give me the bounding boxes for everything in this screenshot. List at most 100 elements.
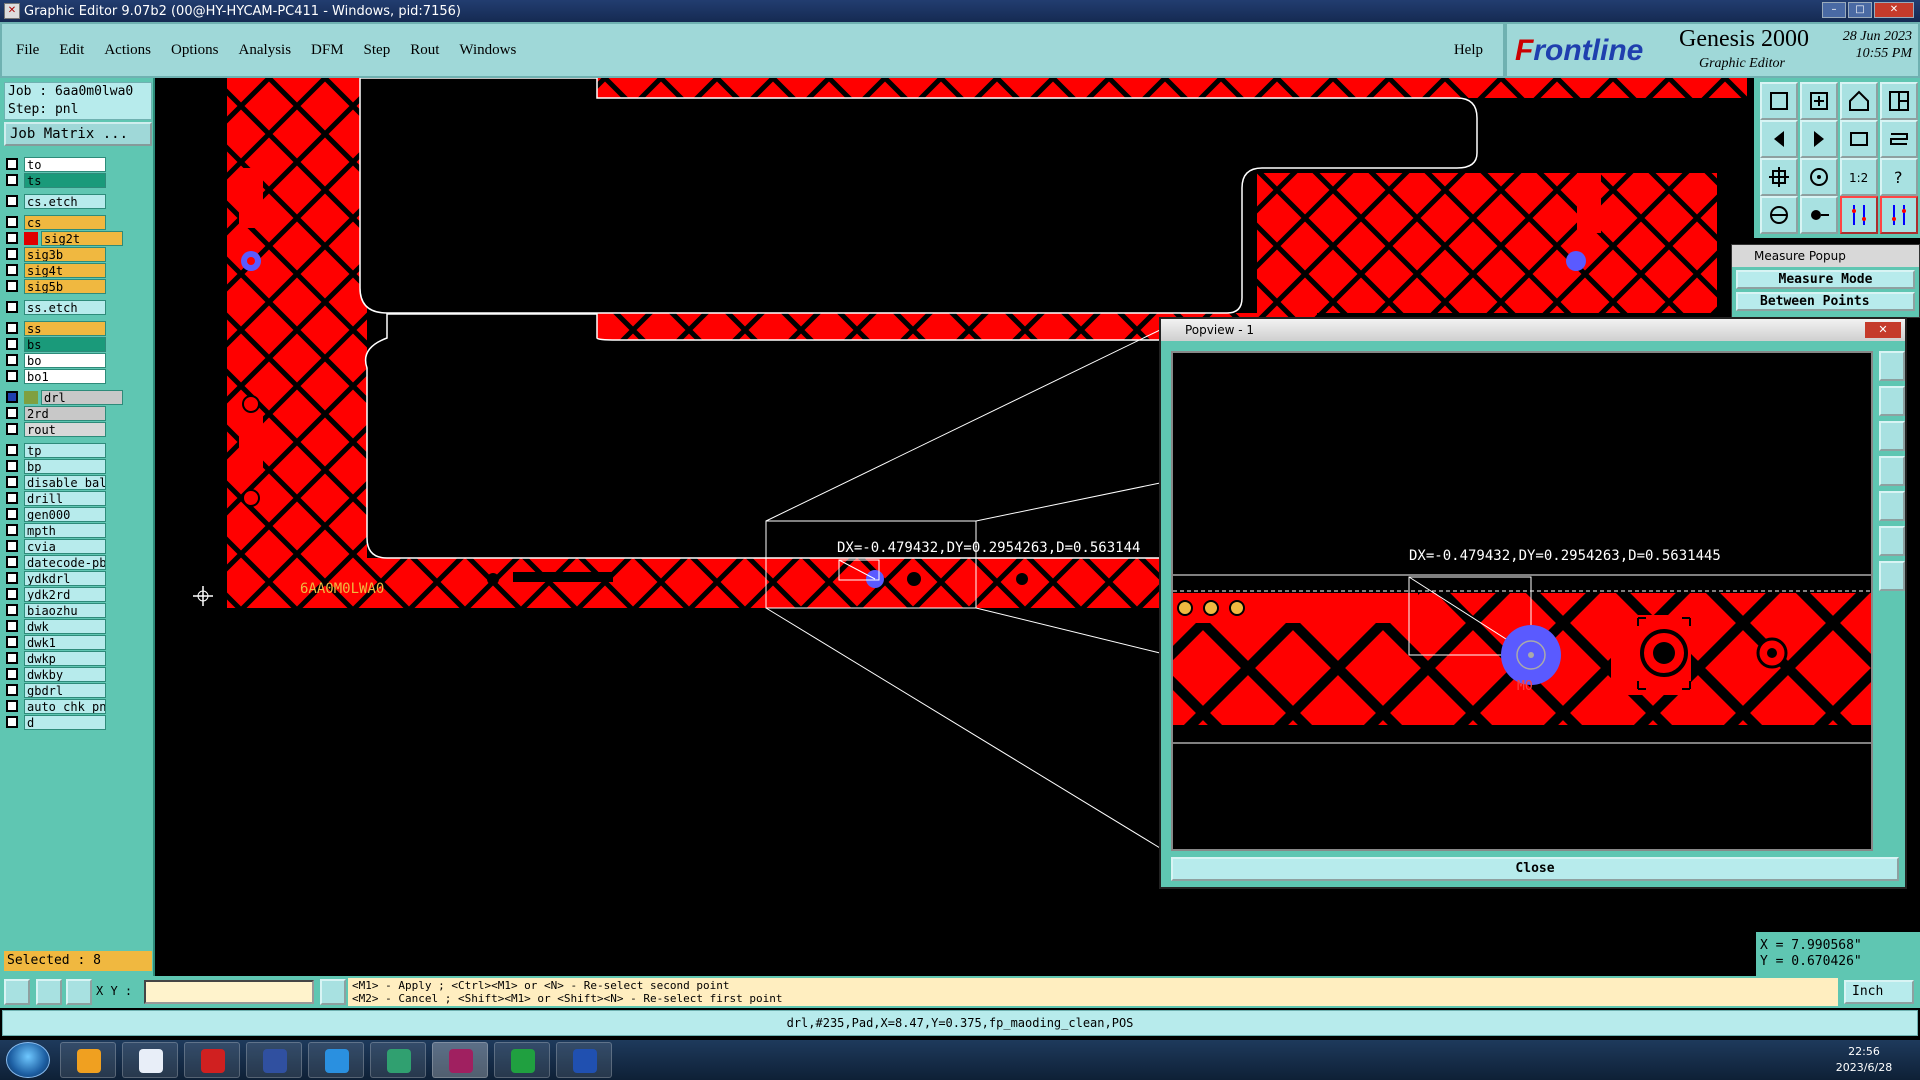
layer-name[interactable]: disable_bala bbox=[24, 474, 106, 490]
taskbar-app-word[interactable] bbox=[556, 1042, 612, 1078]
info-icon[interactable] bbox=[320, 979, 346, 1005]
layer-row[interactable]: sig2t bbox=[6, 230, 124, 246]
redraw-icon[interactable] bbox=[1880, 120, 1918, 158]
layer-checkbox[interactable] bbox=[6, 620, 18, 632]
menu-options[interactable]: Options bbox=[171, 42, 219, 59]
popview-pan-right-icon[interactable] bbox=[1879, 491, 1905, 521]
popview-zoom-out-icon[interactable] bbox=[1879, 421, 1905, 451]
layer-name[interactable]: dwk bbox=[24, 618, 106, 634]
menu-windows[interactable]: Windows bbox=[459, 42, 516, 59]
layer-row[interactable]: to bbox=[6, 156, 124, 172]
popview-center-icon[interactable] bbox=[1879, 561, 1905, 591]
layer-row[interactable]: ss.etch bbox=[6, 299, 124, 315]
layer-checkbox[interactable] bbox=[6, 588, 18, 600]
layer-checkbox[interactable] bbox=[6, 524, 18, 536]
layer-checkbox[interactable] bbox=[6, 684, 18, 696]
layer-name[interactable]: ydkdrl bbox=[24, 570, 106, 586]
layer-row[interactable]: cs.etch bbox=[6, 193, 124, 209]
layer-row[interactable]: gbdrl bbox=[6, 682, 124, 698]
layer-checkbox[interactable] bbox=[6, 492, 18, 504]
unit-select[interactable]: Inch bbox=[1844, 980, 1914, 1004]
layer-row[interactable]: dwk1 bbox=[6, 634, 124, 650]
layer-checkbox[interactable] bbox=[6, 280, 18, 292]
layer-row[interactable]: ydkdrl bbox=[6, 570, 124, 586]
xy-input[interactable] bbox=[144, 980, 314, 1004]
layer-checkbox[interactable] bbox=[6, 322, 18, 334]
fit-icon[interactable] bbox=[1840, 120, 1878, 158]
layer-name[interactable]: sig3b bbox=[24, 246, 106, 262]
menu-edit[interactable]: Edit bbox=[59, 42, 84, 59]
layer-row[interactable]: bo bbox=[6, 352, 124, 368]
layer-name[interactable]: d bbox=[24, 714, 106, 730]
measure-tool-icon[interactable] bbox=[1760, 196, 1798, 234]
close-window-button[interactable]: ✕ bbox=[1874, 2, 1914, 18]
layer-row[interactable]: mpth bbox=[6, 522, 124, 538]
layer-row[interactable]: d bbox=[6, 714, 124, 730]
layer-row[interactable]: auto_chk_pnl bbox=[6, 698, 124, 714]
layer-row[interactable]: biaozhu bbox=[6, 602, 124, 618]
layer-name[interactable]: 2rd bbox=[24, 405, 106, 421]
layer-row[interactable]: bo1 bbox=[6, 368, 124, 384]
layer-row[interactable]: drill bbox=[6, 490, 124, 506]
layer-row[interactable]: ts bbox=[6, 172, 124, 188]
layer-row[interactable]: sig4t bbox=[6, 262, 124, 278]
layer-row[interactable]: bp bbox=[6, 458, 124, 474]
layer-checkbox[interactable] bbox=[6, 636, 18, 648]
layer-name[interactable]: to bbox=[24, 156, 106, 172]
layer-name[interactable]: rout bbox=[24, 421, 106, 437]
layer-row[interactable]: 2rd bbox=[6, 405, 124, 421]
minimize-button[interactable]: – bbox=[1822, 2, 1846, 18]
layer-checkbox[interactable] bbox=[6, 604, 18, 616]
menu-actions[interactable]: Actions bbox=[104, 42, 151, 59]
popview-fit-icon[interactable] bbox=[1879, 526, 1905, 556]
layer-checkbox[interactable] bbox=[6, 716, 18, 728]
layer-row[interactable]: dwk bbox=[6, 618, 124, 634]
layer-checkbox[interactable] bbox=[6, 540, 18, 552]
menu-dfm[interactable]: DFM bbox=[311, 42, 344, 59]
layer-name[interactable]: bp bbox=[24, 458, 106, 474]
layer-name[interactable]: bo1 bbox=[24, 368, 106, 384]
scale-icon[interactable]: 1:2 bbox=[1840, 158, 1878, 196]
layer-name[interactable]: drill bbox=[24, 490, 106, 506]
layer-row[interactable]: sig3b bbox=[6, 246, 124, 262]
layer-name[interactable]: auto_chk_pnl bbox=[24, 698, 106, 714]
layer-name[interactable]: cs bbox=[24, 214, 106, 230]
layer-checkbox[interactable] bbox=[6, 668, 18, 680]
layout-icon[interactable] bbox=[1880, 82, 1918, 120]
tray-clock[interactable]: 22:56 2023/6/28 bbox=[1824, 1044, 1904, 1076]
layer-checkbox[interactable] bbox=[6, 700, 18, 712]
start-button[interactable] bbox=[6, 1042, 50, 1078]
zoom-in-button[interactable] bbox=[1800, 82, 1838, 120]
taskbar-app-green[interactable] bbox=[494, 1042, 550, 1078]
popview-zoom-in-icon[interactable] bbox=[1879, 386, 1905, 416]
layer-name[interactable]: sig4t bbox=[24, 262, 106, 278]
snap-mode-icon[interactable] bbox=[36, 979, 62, 1005]
pan-left-button[interactable] bbox=[1760, 120, 1798, 158]
layer-name[interactable]: bs bbox=[24, 336, 106, 352]
layer-name[interactable]: bo bbox=[24, 352, 106, 368]
layer-name[interactable]: dwkby bbox=[24, 666, 106, 682]
layer-name[interactable]: sig2t bbox=[41, 230, 123, 246]
menu-rout[interactable]: Rout bbox=[410, 42, 439, 59]
layer-row[interactable]: dwkp bbox=[6, 650, 124, 666]
layer-checkbox[interactable] bbox=[6, 572, 18, 584]
net-compare-icon[interactable] bbox=[1880, 196, 1918, 234]
taskbar-app-genesis[interactable] bbox=[432, 1042, 488, 1078]
grid-mode-icon[interactable] bbox=[66, 979, 92, 1005]
layer-row[interactable]: bs bbox=[6, 336, 124, 352]
layer-name[interactable]: sig5b bbox=[24, 278, 106, 294]
layer-row[interactable]: ss bbox=[6, 320, 124, 336]
layer-row[interactable]: disable_bala bbox=[6, 474, 124, 490]
layer-name[interactable]: dwkp bbox=[24, 650, 106, 666]
layer-checkbox[interactable] bbox=[6, 423, 18, 435]
measure-mode-select[interactable]: Between Points bbox=[1736, 292, 1915, 311]
layer-checkbox[interactable] bbox=[6, 556, 18, 568]
layer-checkbox[interactable] bbox=[6, 476, 18, 488]
layer-name[interactable]: cs.etch bbox=[24, 193, 106, 209]
popview-canvas[interactable]: MO DX=-0.479432,DY=0.2954263,D=0.5631445 bbox=[1171, 351, 1873, 851]
layer-checkbox[interactable] bbox=[6, 158, 18, 170]
zoom-fit-icon[interactable] bbox=[1760, 158, 1798, 196]
zoom-home-button[interactable] bbox=[1760, 82, 1798, 120]
layer-checkbox[interactable] bbox=[6, 444, 18, 456]
layer-checkbox[interactable] bbox=[6, 232, 18, 244]
